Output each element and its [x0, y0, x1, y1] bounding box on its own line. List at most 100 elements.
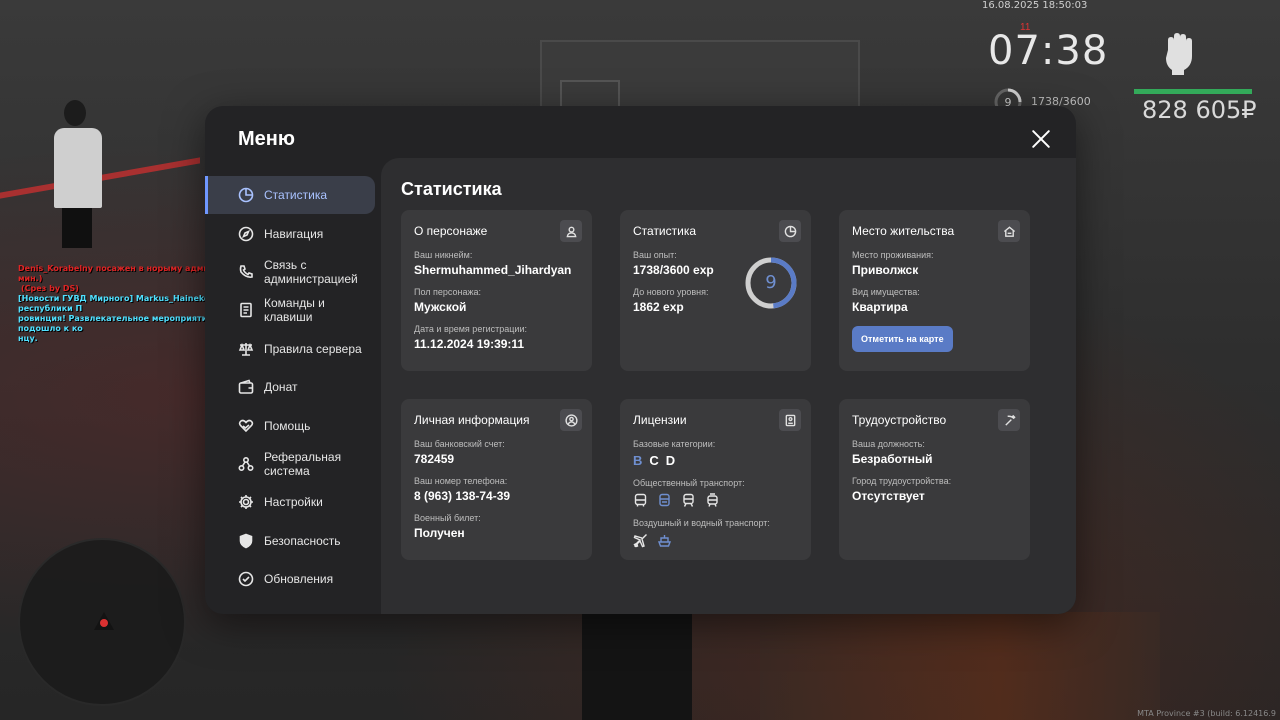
network-icon [237, 455, 255, 473]
statistics-panel: Статистика О персонаже Ваш никнейм: Sher… [381, 158, 1076, 614]
check-circle-icon [237, 570, 255, 588]
sidebar-item-label: Команды и клавиши [264, 296, 325, 325]
scales-icon [237, 340, 255, 358]
gender-label: Пол персонажа: [414, 287, 482, 297]
house-icon [998, 220, 1020, 242]
build-info: MTA Province #3 (build: 6.12416.9 [1137, 709, 1276, 718]
air-water-transport-label: Воздушный и водный транспорт: [633, 518, 770, 528]
hud-datetime: 16.08.2025 18:50:03 [982, 0, 1088, 11]
shield-icon [237, 532, 255, 550]
bank-account-value: 782459 [414, 452, 455, 466]
job-position-value: Безработный [852, 452, 933, 466]
sidebar-item-label: Настройки [264, 495, 323, 510]
sidebar-item-label: Реферальная система [264, 449, 342, 478]
airplane-icon [633, 534, 647, 548]
registration-value: 11.12.2024 19:39:11 [414, 337, 525, 351]
sidebar-item-referral[interactable]: Реферальная система [205, 445, 381, 483]
property-value: Квартира [852, 300, 908, 314]
license-category-d: D [665, 453, 677, 468]
menu-sidebar: Статистика Навигация Связь с администрац… [205, 176, 381, 598]
residence-place-label: Место проживания: [852, 250, 934, 260]
heart-hand-icon [237, 417, 255, 435]
job-position-label: Ваша должность: [852, 439, 925, 449]
sidebar-item-label: Навигация [264, 226, 324, 241]
job-city-value: Отсутствует [852, 489, 925, 503]
card-title: Трудоустройство [852, 413, 947, 427]
personal-info-card: Личная информация Ваш банковский счет: 7… [401, 399, 592, 560]
residence-card: Место жительства Место проживания: Приво… [839, 210, 1030, 371]
level-progress-ring: 9 [744, 256, 798, 310]
public-transport-label: Общественный транспорт: [633, 478, 745, 488]
gender-value: Мужской [414, 300, 467, 314]
background-doctor-character [40, 100, 110, 250]
sidebar-item-label: Обновления [264, 572, 334, 587]
pie-chart-icon [237, 186, 255, 204]
character-card: О персонаже Ваш никнейм: Shermuhammed_Ji… [401, 210, 592, 371]
sidebar-item-security[interactable]: Безопасность [205, 522, 381, 560]
minimap [18, 538, 186, 706]
residence-place-value: Приволжск [852, 263, 919, 277]
compass-icon [237, 225, 255, 243]
phone-label: Ваш номер телефона: [414, 476, 508, 486]
page-title: Статистика [401, 179, 502, 199]
pickaxe-icon [998, 409, 1020, 431]
nickname-value: Shermuhammed_Jihardyan [414, 263, 572, 277]
card-title: Лицензии [633, 413, 687, 427]
player-marker-icon [94, 612, 114, 632]
hud-health-bar [1134, 89, 1252, 94]
id-card-icon [779, 409, 801, 431]
nickname-label: Ваш никнейм: [414, 250, 473, 260]
license-categories: BCD [633, 453, 798, 468]
sidebar-item-navigation[interactable]: Навигация [205, 214, 381, 252]
sidebar-item-label: Связь с администрацией [264, 257, 358, 286]
user-icon [560, 220, 582, 242]
sidebar-item-rules[interactable]: Правила сервера [205, 330, 381, 368]
card-title: Место жительства [852, 224, 955, 238]
tram-icon [707, 493, 718, 507]
sidebar-item-statistics[interactable]: Статистика [205, 176, 375, 215]
sidebar-item-donate[interactable]: Донат [205, 368, 381, 406]
minibus-icon [659, 493, 670, 507]
licenses-card: Лицензии Базовые категории: BCD Обществе… [620, 399, 811, 560]
base-categories-label: Базовые категории: [633, 439, 716, 449]
sidebar-item-commands[interactable]: Команды и клавиши [205, 291, 381, 329]
boat-icon [657, 535, 672, 547]
sidebar-item-settings[interactable]: Настройки [205, 483, 381, 521]
background-floor [760, 612, 1160, 720]
bus-icon [634, 493, 647, 507]
license-category-c: C [649, 453, 660, 468]
sidebar-item-label: Донат [264, 380, 298, 395]
sidebar-item-help[interactable]: Помощь [205, 406, 381, 444]
menu-title: Меню [238, 128, 295, 150]
hud-money: 828 605₽ [1142, 96, 1257, 124]
sidebar-item-label: Статистика [264, 188, 328, 203]
air-water-transport-icons [633, 533, 798, 548]
sidebar-item-contact-admin[interactable]: Связь с администрацией [205, 253, 381, 291]
train-icon [683, 493, 694, 507]
close-button[interactable] [1030, 128, 1052, 150]
pie-chart-icon [779, 220, 801, 242]
gear-icon [237, 493, 255, 511]
wallet-icon [237, 378, 255, 396]
license-category-b: B [633, 453, 644, 468]
registration-label: Дата и время регистрации: [414, 324, 527, 334]
sidebar-item-updates[interactable]: Обновления [205, 560, 381, 598]
employment-card: Трудоустройство Ваша должность: Безработ… [839, 399, 1030, 560]
player-character [582, 612, 692, 720]
phone-icon [237, 263, 255, 281]
card-title: О персонаже [414, 224, 488, 238]
military-id-label: Военный билет: [414, 513, 481, 523]
level-number: 9 [765, 272, 777, 293]
document-icon [237, 301, 255, 319]
public-transport-icons [633, 493, 798, 508]
sidebar-item-label: Безопасность [264, 533, 341, 548]
mark-on-map-button[interactable]: Отметить на карте [852, 326, 953, 352]
property-label: Вид имущества: [852, 287, 920, 297]
phone-value: 8 (963) 138-74-39 [414, 489, 511, 503]
hud-clock: 07:38 [988, 28, 1109, 74]
fist-icon [1160, 32, 1200, 76]
experience-card: Статистика Ваш опыт: 1738/3600 exp До но… [620, 210, 811, 371]
sidebar-item-label: Правила сервера [264, 341, 362, 356]
bank-account-label: Ваш банковский счет: [414, 439, 505, 449]
job-city-label: Город трудоустройства: [852, 476, 952, 486]
